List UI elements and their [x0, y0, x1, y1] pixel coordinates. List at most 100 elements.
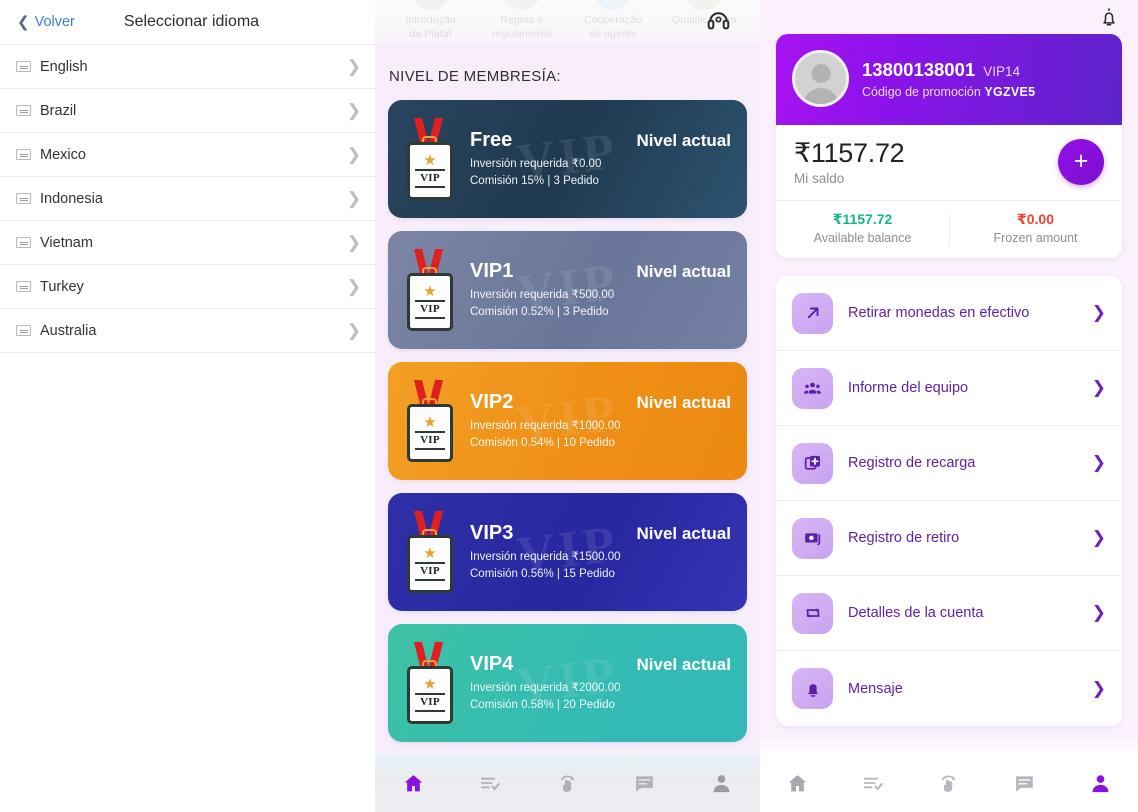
grab-hand-icon	[561, 774, 575, 792]
quick-link-agent-cooperation[interactable]: Cooperação de agente	[568, 0, 659, 41]
flag-placeholder-icon	[16, 149, 31, 160]
promo-code-value[interactable]: YGZVE5	[984, 85, 1035, 99]
menu-item-team-report[interactable]: Informe del equipo ❯	[776, 351, 1122, 426]
balance-stats: ₹1157.72 Available balance ₹0.00 Frozen …	[776, 201, 1122, 258]
vip-badge-icon: ★ VIP	[402, 247, 458, 333]
level-status: Nivel actual	[636, 261, 732, 281]
level-commission: Comisión 15% | 3 Pedido	[470, 174, 599, 187]
level-name: VIP1	[470, 259, 514, 282]
chevron-right-icon: ❯	[346, 277, 361, 296]
balance-label: Mi saldo	[794, 171, 845, 186]
membership-card-vip1[interactable]: VIP ★ VIP VIP1 Nivel actual Inversión req…	[388, 231, 747, 349]
account-panel: 13800138001 VIP14 Código de promoción YG…	[760, 0, 1138, 812]
vip-badge-icon: ★ VIP	[402, 640, 458, 726]
headset-icon[interactable]	[706, 8, 731, 33]
nav-home[interactable]	[760, 754, 836, 812]
nav-grab[interactable]	[911, 754, 987, 812]
language-header: ❮ Volver Seleccionar idioma	[0, 0, 375, 45]
level-name: Free	[470, 128, 513, 151]
chevron-right-icon: ❯	[1091, 378, 1106, 397]
nav-grab[interactable]	[529, 754, 606, 812]
grab-hand-icon	[942, 774, 956, 792]
available-balance-label: Available balance	[813, 231, 912, 245]
level-name: VIP3	[470, 521, 514, 544]
menu-item-message[interactable]: Mensaje ❯	[776, 651, 1122, 726]
menu-item-withdraw-record[interactable]: Registro de retiro ❯	[776, 501, 1122, 576]
quick-link-rules[interactable]: Regras e regulamento	[476, 0, 567, 41]
promo-code-line: Código de promoción YGZVE5	[862, 85, 1035, 99]
menu-item-label: Informe del equipo	[848, 380, 969, 396]
exchange-arrows-icon	[792, 592, 833, 634]
language-item-turkey[interactable]: Turkey ❯	[0, 265, 375, 309]
language-item-indonesia[interactable]: Indonesia ❯	[0, 177, 375, 221]
chevron-right-icon: ❯	[1091, 453, 1106, 472]
scroll-fade	[760, 736, 1138, 754]
account-header: 13800138001 VIP14 Código de promoción YG…	[776, 34, 1122, 125]
frozen-amount-value: ₹0.00	[1017, 211, 1054, 227]
nav-home[interactable]	[375, 754, 452, 812]
nav-chat[interactable]	[606, 754, 683, 812]
bell-filled-icon	[792, 668, 833, 709]
membership-card-free[interactable]: VIP ★ VIP Free Nivel actual Inversión req…	[388, 100, 747, 218]
nav-profile[interactable]	[683, 754, 760, 812]
right-bottom-nav	[760, 754, 1138, 812]
menu-item-withdraw-cash[interactable]: Retirar monedas en efectivo ❯	[776, 276, 1122, 351]
language-label: Mexico	[40, 146, 86, 163]
nav-chat[interactable]	[987, 754, 1063, 812]
language-label: Indonesia	[40, 190, 103, 207]
vip-badge-icon: ★ VIP	[402, 378, 458, 464]
membership-card-vip3[interactable]: VIP ★ VIP VIP3 Nivel actual Inversión req…	[388, 493, 747, 611]
menu-item-account-details[interactable]: Detalles de la cuenta ❯	[776, 576, 1122, 651]
level-status: Nivel actual	[636, 392, 732, 412]
nav-profile[interactable]	[1062, 754, 1138, 812]
quick-link-platform-intro[interactable]: Introdução da Plataf	[385, 0, 476, 41]
language-label: Turkey	[40, 278, 84, 295]
menu-item-label: Registro de retiro	[848, 530, 960, 546]
level-investment: Inversión requerida ₹0.00	[470, 157, 602, 170]
recharge-plus-icon	[792, 442, 833, 484]
avatar[interactable]	[792, 50, 849, 107]
nav-tasks[interactable]	[452, 754, 529, 812]
flag-placeholder-icon	[16, 105, 31, 116]
bell-icon[interactable]	[1098, 5, 1120, 29]
membership-levels-list: VIP ★ VIP Free Nivel actual Inversión req…	[375, 100, 760, 742]
home-icon	[788, 774, 807, 791]
balance-block: ₹1157.72 Mi saldo	[794, 138, 905, 186]
language-item-mexico[interactable]: Mexico ❯	[0, 133, 375, 177]
language-label: Australia	[40, 322, 97, 339]
level-investment: Inversión requerida ₹2000.00	[470, 681, 621, 694]
quick-link-qualifications[interactable]: Qualificações	[659, 0, 750, 41]
flag-placeholder-icon	[16, 325, 31, 336]
level-commission: Comisión 0.58% | 20 Pedido	[470, 698, 615, 711]
membership-card-vip2[interactable]: VIP ★ VIP VIP2 Nivel actual Inversión req…	[388, 362, 747, 480]
account-identity: 13800138001 VIP14 Código de promoción YG…	[862, 59, 1035, 99]
quick-link-label-line1: Introdução	[405, 14, 456, 26]
agent-cooperation-icon	[594, 0, 633, 10]
nav-tasks[interactable]	[836, 754, 912, 812]
chevron-right-icon: ❯	[346, 233, 361, 252]
language-label: Vietnam	[40, 234, 93, 251]
platform-intro-icon	[411, 0, 450, 10]
quick-links-grid: Introdução da Plataf Regras e regulament…	[375, 0, 760, 41]
level-name: VIP4	[470, 652, 514, 675]
add-funds-button[interactable]: +	[1058, 139, 1104, 185]
language-list: English ❯ Brazil ❯ Mexico ❯ Indonesia ❯	[0, 45, 375, 353]
membership-card-vip4[interactable]: VIP ★ VIP VIP4 Nivel actual Inversión req…	[388, 624, 747, 742]
level-status: Nivel actual	[636, 654, 732, 674]
level-commission: Comisión 0.54% | 10 Pedido	[470, 436, 615, 449]
language-item-australia[interactable]: Australia ❯	[0, 309, 375, 353]
language-item-english[interactable]: English ❯	[0, 45, 375, 89]
membership-panel: Introdução da Plataf Regras e regulament…	[375, 0, 760, 812]
withdraw-record-icon	[792, 517, 833, 559]
language-item-vietnam[interactable]: Vietnam ❯	[0, 221, 375, 265]
menu-item-recharge-record[interactable]: Registro de recarga ❯	[776, 426, 1122, 501]
app-screen: ❮ Volver Seleccionar idioma English ❯ Br…	[0, 0, 1138, 812]
account-menu: Retirar monedas en efectivo ❯ Informe de…	[776, 276, 1122, 726]
back-button[interactable]: ❮ Volver	[17, 14, 75, 30]
chevron-right-icon: ❯	[346, 189, 361, 208]
level-status: Nivel actual	[636, 130, 732, 150]
membership-section-title: NIVEL DE MEMBRESÍA:	[389, 68, 561, 85]
chevron-right-icon: ❯	[1091, 603, 1106, 622]
language-item-brazil[interactable]: Brazil ❯	[0, 89, 375, 133]
quick-link-label-line1: Qualificações	[672, 14, 737, 26]
